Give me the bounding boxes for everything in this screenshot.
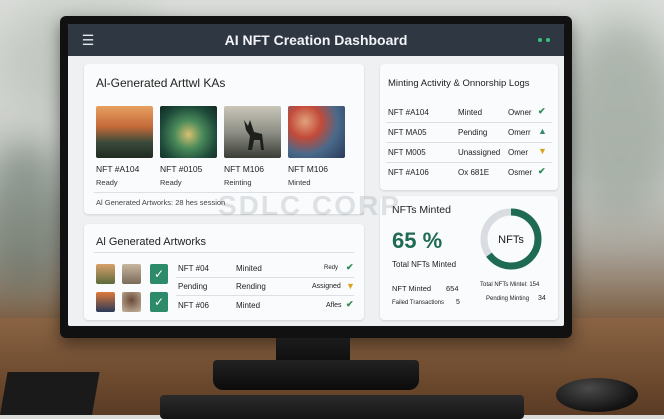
artwork-thumbnail[interactable]	[122, 264, 141, 284]
warning-icon: ▲	[538, 126, 547, 136]
stat-label: Failed Transactions	[392, 300, 445, 306]
nft-thumbnail[interactable]	[224, 106, 281, 158]
artwork-state: Minted	[236, 301, 261, 310]
minted-donut-chart: NFTs	[480, 208, 542, 270]
nft-name: NFT #A104	[96, 164, 140, 174]
stat-label: Pending Minting	[486, 296, 530, 302]
notebook	[0, 372, 100, 415]
divider	[386, 142, 552, 143]
deer-silhouette-icon	[244, 120, 264, 150]
artworks-title: Al Generated Artworks	[96, 236, 207, 248]
log-status: Pending	[458, 128, 488, 137]
app-title: AI NFT Creation Dashboard	[224, 32, 408, 48]
artworks-card: Al Generated Artworks ✓ ✓ NFT #04 Minite…	[84, 224, 364, 320]
divider	[176, 295, 354, 296]
artwork-state: Rending	[236, 282, 266, 291]
artwork-tag: Redy	[324, 265, 339, 271]
shield-icon: ▼	[538, 146, 547, 156]
keyboard	[160, 395, 524, 419]
artwork-thumbnail[interactable]	[96, 264, 115, 284]
nft-thumbnail[interactable]	[160, 106, 217, 158]
nft-status: Ready	[160, 178, 182, 187]
log-owner: Osmer	[508, 168, 532, 177]
log-status: Ox 681E	[458, 168, 490, 177]
nft-thumbnail[interactable]	[288, 106, 345, 158]
nft-status: Ready	[96, 178, 118, 187]
divider	[176, 277, 354, 278]
nft-name: NFT #0105	[160, 164, 203, 174]
log-id: NFT MA05	[388, 128, 427, 137]
check-icon: ✔	[538, 106, 546, 116]
stat-value: 34	[538, 295, 546, 302]
check-icon: ✔	[538, 166, 546, 176]
log-id: NFT #A106	[388, 168, 429, 177]
logs-title: Minting Activity & Onnorship Logs	[388, 78, 530, 89]
log-owner: Owner	[508, 108, 532, 117]
log-owner: Omer	[508, 148, 528, 157]
select-checkbox[interactable]: ✓	[150, 292, 168, 312]
select-checkbox[interactable]: ✓	[150, 264, 168, 284]
artwork-id: Pending	[178, 282, 208, 291]
stat-label: NFT Minted	[392, 284, 432, 293]
monitor: ☰ AI NFT Creation Dashboard Al-Generated…	[60, 16, 572, 338]
artwork-thumbnail[interactable]	[122, 292, 141, 312]
monitor-stand-base	[213, 360, 419, 390]
check-icon: ✔	[346, 262, 354, 272]
check-icon: ✔	[346, 299, 354, 309]
top-bar: ☰ AI NFT Creation Dashboard	[68, 24, 564, 56]
status-dots	[538, 38, 550, 42]
log-id: NFT #A104	[388, 108, 429, 117]
screen: ☰ AI NFT Creation Dashboard Al-Generated…	[68, 24, 564, 326]
artwork-id: NFT #06	[178, 301, 209, 310]
gallery-footer: Al Generated Artworks: 28 hes session	[96, 198, 226, 207]
donut-label: NFTs	[498, 234, 524, 246]
nft-status: Reinting	[224, 178, 252, 187]
artwork-id: NFT #04	[178, 264, 209, 273]
log-id: NFT M005	[388, 148, 426, 157]
status-dot-icon	[546, 38, 550, 42]
logs-card: Minting Activity & Onnorship Logs NFT #A…	[380, 64, 558, 190]
warning-icon: ▼	[346, 281, 355, 291]
divider	[386, 162, 552, 163]
log-owner: Omerr	[508, 128, 531, 137]
divider	[94, 252, 354, 253]
stat-value: 654	[446, 284, 459, 293]
gallery-title: Al-Generated Arttwl KAs	[96, 76, 226, 90]
log-status: Minted	[458, 108, 483, 117]
status-dot-icon	[538, 38, 542, 42]
stats-card: NFTs Minted 65 % Total NFTs Minted NFTs …	[380, 196, 558, 320]
nft-name: NFT M106	[224, 164, 264, 174]
log-status: Unassigned	[458, 148, 501, 157]
nft-status: Minted	[288, 178, 311, 187]
artwork-tag: Afles	[326, 302, 342, 309]
nft-name: NFT M106	[288, 164, 328, 174]
artwork-thumbnail[interactable]	[96, 292, 115, 312]
artwork-tag: Assigned	[312, 283, 341, 290]
nft-thumbnail[interactable]	[96, 106, 153, 158]
artwork-state: Minited	[236, 264, 262, 273]
watermark: SDLC CORP	[218, 190, 401, 221]
mouse	[556, 378, 638, 412]
stat-value: 5	[456, 299, 460, 306]
minted-percent-label: Total NFTs Minted	[392, 260, 457, 269]
stat-label: Total NFTs Mintel: 154	[480, 282, 540, 288]
minted-percent: 65 %	[392, 228, 443, 253]
divider	[386, 122, 552, 123]
